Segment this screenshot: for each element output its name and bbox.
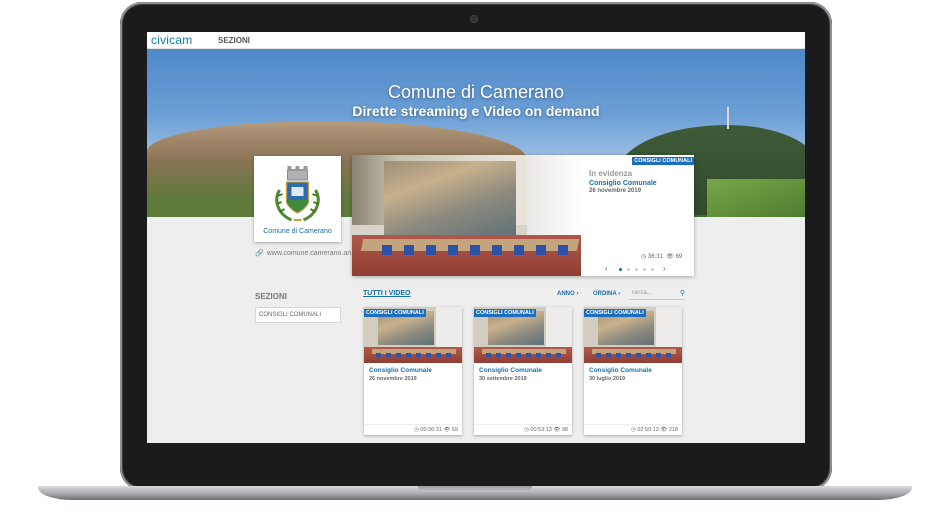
laptop-notch (418, 486, 532, 492)
clock-icon: ◷ (524, 427, 529, 433)
carousel-dot[interactable] (643, 268, 646, 271)
link-icon: 🔗 (255, 250, 264, 257)
clock-icon: ◷ (641, 254, 647, 260)
thumb-chairs (376, 353, 456, 357)
nav-sezioni[interactable]: SEZIONI (218, 36, 250, 45)
all-videos-link[interactable]: TUTTI I VIDEO (363, 290, 410, 297)
video-views: 218 (668, 427, 678, 433)
carousel-controls: ‹ › (605, 264, 669, 273)
chevron-left-icon[interactable]: ‹ (605, 264, 608, 273)
featured-title[interactable]: Consiglio Comunale (589, 180, 657, 187)
video-title[interactable]: Consiglio Comunale (369, 367, 432, 374)
year-filter[interactable]: ANNO › (557, 291, 578, 297)
chevron-right-icon: › (618, 291, 621, 297)
website-link[interactable]: 🔗 www.comune.camerano.an.it (255, 249, 357, 257)
chevron-right-icon[interactable]: › (663, 264, 666, 273)
video-duration: 00:36:31 (420, 427, 442, 433)
featured-date: 26 novembre 2019 (589, 188, 642, 194)
featured-info: CONSIGLI COMUNALI In evidenza Consiglio … (581, 155, 694, 276)
carousel-dot[interactable] (627, 268, 630, 271)
search-icon[interactable]: ⚲ (680, 289, 685, 297)
laptop-mockup: civicam SEZIONI Comune di Camerano Diret… (0, 0, 950, 514)
room-chairs (382, 245, 572, 255)
hero-subtitle: Dirette streaming e Video on demand (352, 103, 600, 119)
video-footer: ◷ 00:36:31 👁 69 (364, 424, 462, 435)
carousel-dot-active[interactable] (619, 268, 622, 271)
featured-stats: ◷ 36:31 👁 69 (641, 253, 682, 260)
category-badge[interactable]: CONSIGLI COMUNALI (584, 309, 646, 317)
thumb-chairs (596, 353, 676, 357)
carousel-dot[interactable] (651, 268, 654, 271)
video-views: 69 (451, 427, 458, 433)
sidebar-item-consigli-comunali[interactable]: CONSIGLI COMUNALI (255, 307, 341, 323)
category-badge[interactable]: CONSIGLI COMUNALI (474, 309, 536, 317)
carousel-dot[interactable] (635, 268, 638, 271)
search-placeholder: cerca... (632, 290, 652, 296)
featured-duration: 36:31 (647, 254, 663, 260)
screen: civicam SEZIONI Comune di Camerano Diret… (147, 32, 805, 443)
field (707, 179, 805, 217)
video-card[interactable]: CONSIGLI COMUNALI Consiglio Comunale 30 … (584, 307, 682, 435)
video-duration: 00:53:13 (530, 427, 552, 433)
order-filter-label: ORDINA (593, 291, 617, 297)
hero-title: Comune di Camerano (387, 82, 565, 102)
civicam-logo[interactable]: civicam (151, 33, 192, 47)
eye-icon: 👁 (443, 427, 451, 433)
video-date: 30 luglio 2019 (589, 376, 626, 382)
website-text: www.comune.camerano.an.it (266, 250, 357, 257)
video-title[interactable]: Consiglio Comunale (479, 367, 542, 374)
eye-icon: 👁 (660, 427, 668, 433)
video-date: 30 settembre 2019 (479, 376, 527, 382)
eye-icon: 👁 (666, 254, 674, 260)
search-input[interactable]: cerca... ⚲ (629, 288, 685, 300)
video-views: 98 (561, 427, 568, 433)
eye-icon: 👁 (553, 427, 561, 433)
category-badge[interactable]: CONSIGLI COMUNALI (632, 157, 694, 165)
clock-icon: ◷ (414, 427, 419, 433)
webcam (471, 16, 477, 22)
crest-name: Comune di Camerano (263, 228, 332, 235)
featured-label: In evidenza (589, 169, 633, 178)
order-filter[interactable]: ORDINA › (593, 291, 620, 297)
featured-views: 69 (675, 254, 683, 260)
crest-card[interactable]: Comune di Camerano (254, 156, 341, 242)
video-stats: ◷ 00:36:31 👁 69 (414, 427, 458, 433)
year-filter-label: ANNO (557, 291, 575, 297)
chevron-right-icon: › (576, 291, 579, 297)
video-stats: ◷ 00:53:13 👁 98 (524, 427, 568, 433)
thumb-chairs (486, 353, 566, 357)
video-card[interactable]: CONSIGLI COMUNALI Consiglio Comunale 26 … (364, 307, 462, 435)
video-stats: ◷ 02:59:13 👁 218 (631, 427, 678, 433)
featured-thumbnail[interactable] (352, 155, 581, 276)
video-date: 26 novembre 2019 (369, 376, 417, 382)
sidebar-heading: SEZIONI (255, 292, 288, 301)
category-badge[interactable]: CONSIGLI COMUNALI (364, 309, 426, 317)
top-navbar: civicam SEZIONI (147, 32, 805, 49)
video-card[interactable]: CONSIGLI COMUNALI Consiglio Comunale 30 … (474, 307, 572, 435)
featured-video-card[interactable]: CONSIGLI COMUNALI In evidenza Consiglio … (352, 155, 694, 276)
video-footer: ◷ 00:53:13 👁 98 (474, 424, 572, 435)
video-title[interactable]: Consiglio Comunale (589, 367, 652, 374)
video-duration: 02:59:13 (637, 427, 659, 433)
clock-icon: ◷ (631, 427, 636, 433)
video-footer: ◷ 02:59:13 👁 218 (584, 424, 682, 435)
room-mural (384, 161, 516, 239)
coat-of-arms-icon (275, 166, 320, 222)
